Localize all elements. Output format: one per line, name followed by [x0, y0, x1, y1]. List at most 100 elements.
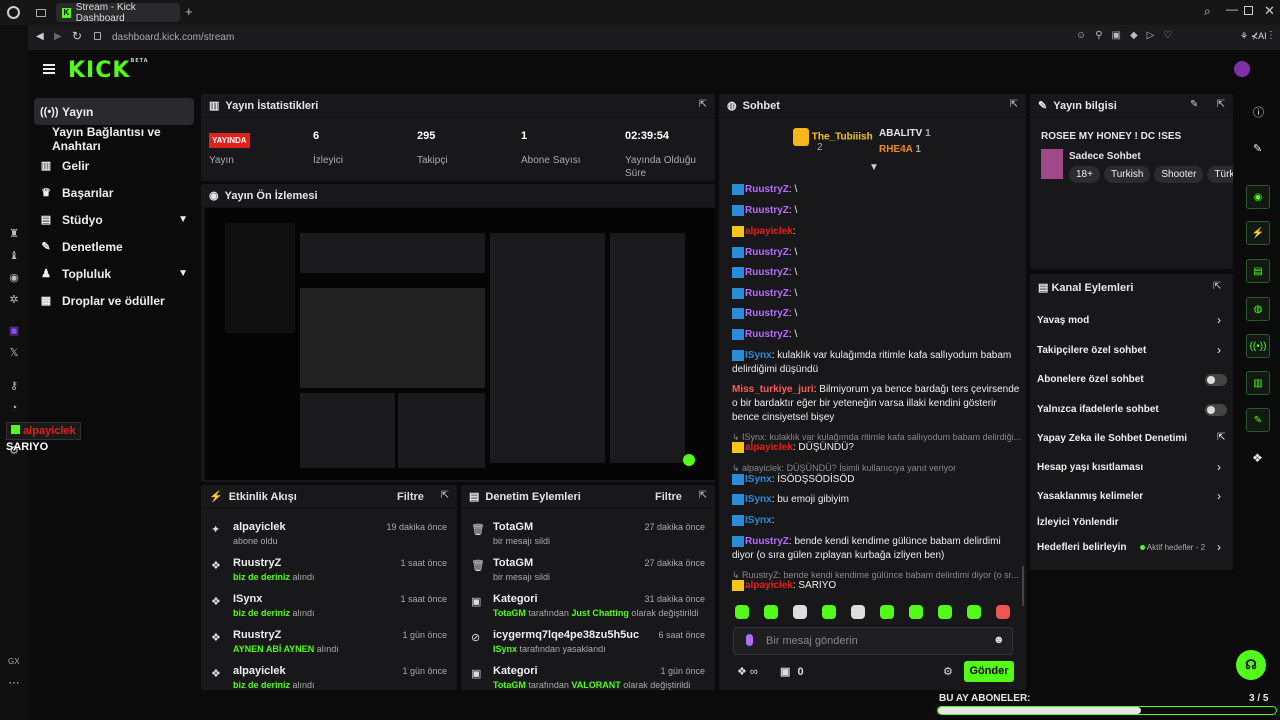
chat-username[interactable]: alpayiclek: [745, 442, 793, 453]
chat-username[interactable]: ISynx: [745, 350, 772, 361]
chat-action-icon[interactable]: ◍: [1246, 297, 1270, 321]
moderation-user[interactable]: TotaGM: [493, 557, 533, 569]
chat-scrollbar[interactable]: [1022, 566, 1024, 606]
moderation-user[interactable]: Kategori: [493, 593, 538, 605]
ai-icon[interactable]: ⚘ ⊀AI: [1240, 31, 1267, 42]
emote-icon[interactable]: [764, 605, 778, 619]
points-icon[interactable]: ❖ ∞: [737, 665, 758, 678]
chevron-right-icon[interactable]: ›: [1217, 313, 1221, 327]
nav-item-community[interactable]: ♟ Topluluk ▼: [34, 260, 194, 287]
list-action-icon[interactable]: ▥: [1246, 371, 1270, 395]
edit-icon[interactable]: ✎: [1190, 99, 1198, 110]
category-name[interactable]: Sadece Sohbet: [1069, 151, 1141, 162]
chat-username[interactable]: RuustryZ: [745, 288, 789, 299]
moderation-user[interactable]: TotaGM: [493, 521, 533, 533]
leader-name[interactable]: The_Tubiiish: [812, 132, 873, 143]
activity-user[interactable]: RuustryZ: [233, 557, 281, 569]
more-icon[interactable]: ⋯: [8, 677, 20, 689]
wrench-action-icon[interactable]: ✎: [1246, 408, 1270, 432]
emote-icon[interactable]: [735, 605, 749, 619]
chat-username[interactable]: RuustryZ: [745, 184, 789, 195]
chat-username[interactable]: RuustryZ: [745, 308, 789, 319]
chat-username[interactable]: RuustryZ: [745, 247, 789, 258]
action-emote-only[interactable]: Yalnızca ifadelerle sohbet: [1037, 404, 1159, 415]
tag[interactable]: Türk: [1207, 166, 1233, 183]
chat-username[interactable]: ISynx: [745, 515, 772, 526]
tag[interactable]: Turkish: [1103, 166, 1151, 183]
emote-icon[interactable]: [938, 605, 952, 619]
chat-username[interactable]: alpayiclek: [745, 226, 793, 237]
clock-icon[interactable]: ◔: [8, 402, 20, 414]
nav-item-achievements[interactable]: ♛ Başarılar: [34, 179, 194, 206]
chat-username[interactable]: RuustryZ: [745, 536, 789, 547]
mic-icon[interactable]: [746, 634, 753, 646]
url-field[interactable]: dashboard.kick.com/stream: [112, 32, 234, 43]
activity-user[interactable]: ISynx: [233, 593, 262, 605]
chat-input[interactable]: Bir mesaj gönderin ☻: [733, 627, 1013, 655]
info-icon[interactable]: ⓘ: [1253, 104, 1264, 120]
nav-item-studio[interactable]: ▤ Stüdyo ▼: [34, 206, 194, 233]
stream-preview-video[interactable]: [205, 208, 715, 480]
broadcast-action-icon[interactable]: ((•)): [1246, 334, 1270, 358]
chevron-right-icon[interactable]: ›: [1217, 489, 1221, 503]
extensions-icons[interactable]: ☺⚲▣◆▷♡: [1076, 30, 1181, 41]
emote-icon[interactable]: [822, 605, 836, 619]
subscribers-only-toggle[interactable]: [1205, 374, 1227, 386]
chevron-right-icon[interactable]: ›: [1217, 540, 1221, 554]
chat-username[interactable]: RuustryZ: [745, 267, 789, 278]
chat-username[interactable]: Miss_turkiye_juri: [732, 384, 814, 395]
expand-icon[interactable]: ⇱: [1213, 281, 1221, 292]
nav-item-revenue[interactable]: ▥ Gelir: [34, 152, 194, 179]
chat-username[interactable]: ISynx: [745, 494, 772, 505]
star-icon[interactable]: ✲: [8, 294, 20, 306]
reload-icon[interactable]: ↻: [72, 29, 82, 43]
camera-action-icon[interactable]: ◉: [1246, 185, 1270, 209]
send-button[interactable]: Gönder: [964, 661, 1014, 682]
avatar[interactable]: [1234, 61, 1250, 77]
new-tab-button[interactable]: +: [185, 4, 193, 19]
nav-item-drops[interactable]: ▦ Droplar ve ödüller: [34, 287, 194, 314]
chevron-right-icon[interactable]: ›: [1217, 343, 1221, 357]
action-slow-mode[interactable]: Yavaş mod: [1037, 315, 1089, 326]
discord-icon[interactable]: ◉: [8, 272, 20, 284]
chat-collapse-icon[interactable]: ▼: [869, 162, 879, 173]
chat-settings-icon[interactable]: ⚙: [943, 665, 953, 678]
moderation-user[interactable]: icygermq7lqe4pe38zu5h5uc: [493, 629, 639, 641]
game-icon[interactable]: ♜: [8, 228, 20, 240]
activity-filter-button[interactable]: Filtre: [397, 491, 424, 503]
nav-item-stream[interactable]: ((•)) Yayın: [34, 98, 194, 125]
kick-logo[interactable]: KICKBETA: [68, 58, 149, 83]
gift-icon[interactable]: ▣ 0: [780, 665, 804, 678]
maximize-button[interactable]: [1244, 6, 1253, 15]
activity-user[interactable]: alpayiclek: [233, 665, 286, 677]
expand-icon[interactable]: ⇱: [1010, 99, 1018, 110]
activity-user[interactable]: alpayiclek: [233, 521, 286, 533]
activity-user[interactable]: RuustryZ: [233, 629, 281, 641]
action-goals[interactable]: Hedefleri belirleyin: [1037, 542, 1126, 553]
close-button[interactable]: ✕: [1264, 3, 1275, 19]
nav-item-stream-key[interactable]: Yayın Bağlantısı ve Anahtarı: [34, 125, 194, 153]
back-icon[interactable]: ◀: [36, 31, 44, 42]
action-followers-only[interactable]: Takipçilere özel sohbet: [1037, 345, 1146, 356]
store-icon[interactable]: ♝: [8, 250, 20, 262]
forward-icon[interactable]: ▶: [54, 31, 62, 42]
chat-username[interactable]: RuustryZ: [745, 205, 789, 216]
tab-kick-dashboard[interactable]: K Stream - Kick Dashboard: [56, 2, 180, 24]
emote-icon[interactable]: [967, 605, 981, 619]
action-host[interactable]: İzleyici Yönlendir: [1037, 517, 1119, 528]
emote-icon[interactable]: [793, 605, 807, 619]
emote-icon[interactable]: [880, 605, 894, 619]
expand-icon[interactable]: ⇱: [441, 490, 449, 501]
x-icon[interactable]: 𝕏: [8, 347, 20, 359]
tag[interactable]: Shooter: [1154, 166, 1204, 183]
browser-search-icon[interactable]: ⌕: [1204, 4, 1211, 19]
menu-icon[interactable]: ⋮: [1266, 30, 1276, 41]
action-subscribers-only[interactable]: Abonelere özel sohbet: [1037, 374, 1144, 385]
external-link-icon[interactable]: ⇱: [1217, 432, 1225, 443]
hamburger-menu-icon[interactable]: [43, 64, 55, 74]
action-account-age[interactable]: Hesap yaşı kısıtlaması: [1037, 462, 1143, 473]
minimize-button[interactable]: —: [1226, 2, 1238, 16]
tab-switch-icon[interactable]: [36, 9, 46, 17]
gift-side-icon[interactable]: ❖: [1252, 451, 1263, 465]
pencil-icon[interactable]: ✎: [1253, 142, 1262, 155]
